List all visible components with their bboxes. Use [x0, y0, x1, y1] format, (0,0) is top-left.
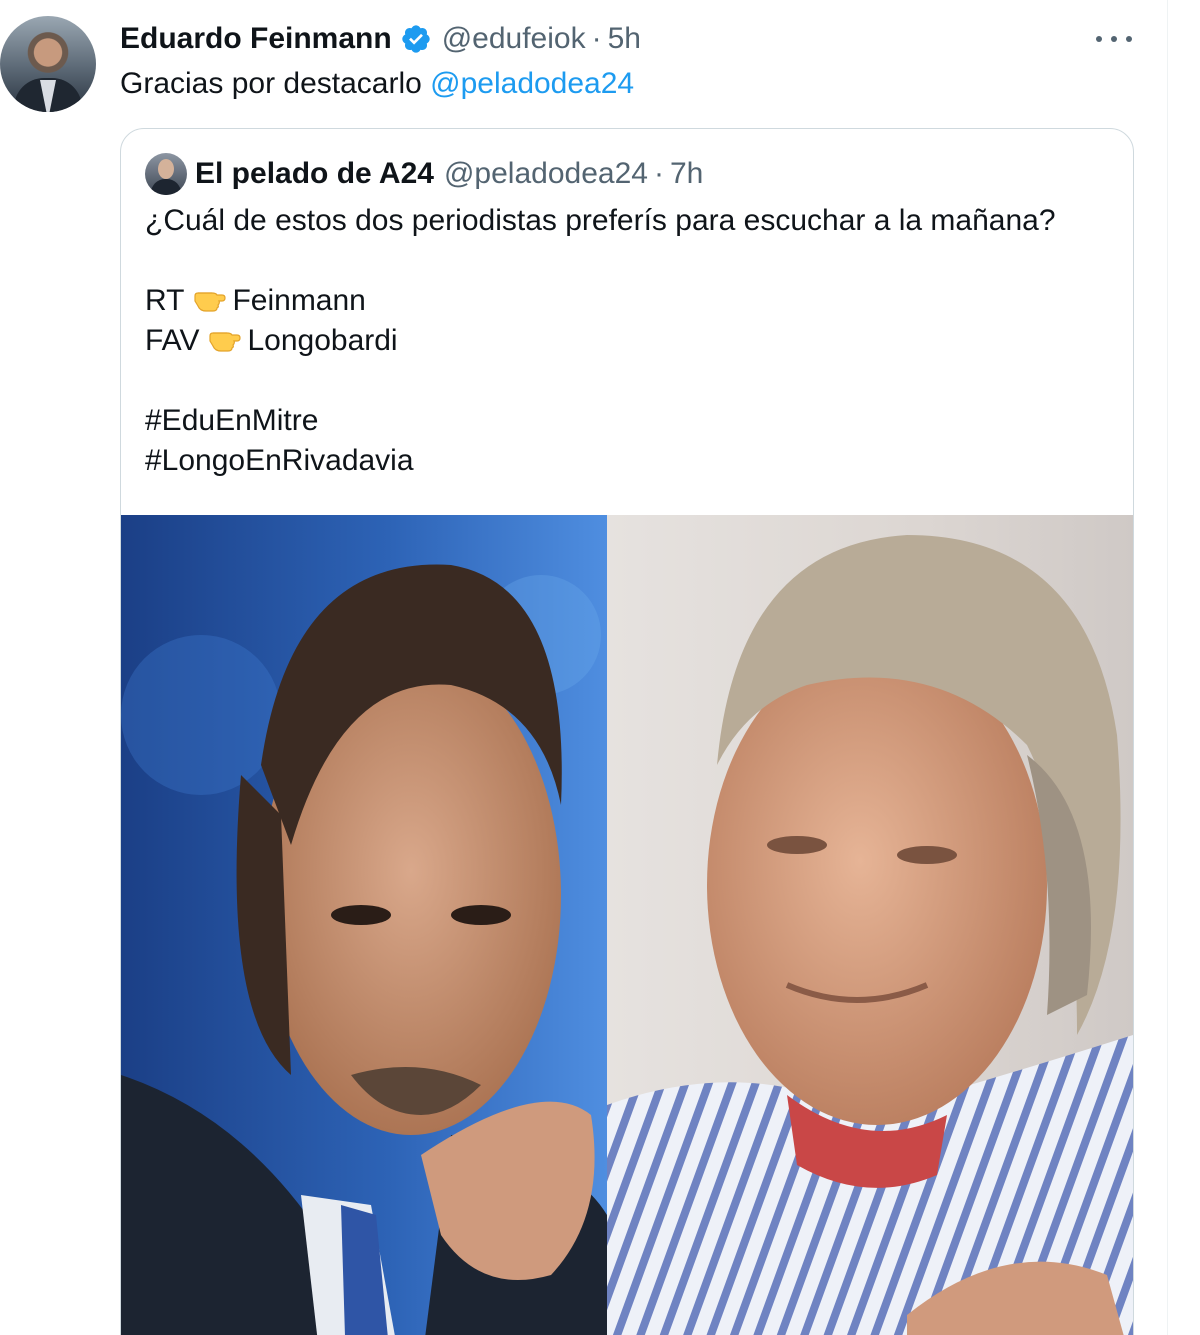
tweet-timestamp[interactable]: 5h	[608, 22, 641, 56]
quoted-tweet-timestamp: 7h	[669, 157, 704, 190]
column-divider	[1167, 0, 1168, 1335]
quoted-author-display-name: El pelado de A24	[195, 157, 434, 190]
quoted-text-line: RT Feinmann	[145, 281, 1056, 321]
rt-label: RT	[145, 284, 185, 317]
quoted-tweet-text: ¿Cuál de estos dos periodistas preferís …	[145, 201, 1056, 481]
photo-left-man-in-suit[interactable]	[121, 515, 607, 1335]
author-display-name[interactable]: Eduardo Feinmann	[120, 22, 392, 56]
fav-label: FAV	[145, 324, 200, 357]
author-handle[interactable]: @edufeiok	[442, 22, 586, 56]
tweet-header: Eduardo Feinmann @edufeiok · 5h	[120, 20, 641, 58]
quoted-text-line: ¿Cuál de estos dos periodistas preferís …	[145, 204, 1056, 237]
verified-badge-icon[interactable]	[400, 23, 432, 55]
quoted-tweet-header: El pelado de A24 @peladodea24 · 7h	[195, 153, 703, 195]
quoted-tweet-media[interactable]	[121, 515, 1133, 1335]
hashtag-line: #LongoEnRivadavia	[145, 444, 414, 477]
quoted-avatar-body	[151, 179, 181, 195]
quoted-text-line: FAV Longobardi	[145, 321, 1056, 361]
tweet-text: Gracias por destacarlo @peladodea24	[120, 64, 634, 104]
quoted-header-separator: ·	[653, 157, 664, 190]
hashtag-line: #EduEnMitre	[145, 404, 319, 437]
quoted-avatar-head	[158, 159, 174, 179]
more-options-icon[interactable]	[1096, 24, 1132, 54]
rt-target: Feinmann	[232, 284, 366, 317]
tweet-text-body: Gracias por destacarlo	[120, 67, 431, 100]
author-avatar[interactable]	[0, 16, 96, 112]
header-separator: ·	[591, 22, 602, 55]
photo-right-man-in-striped-shirt[interactable]	[607, 515, 1133, 1335]
quoted-author-avatar	[145, 153, 187, 195]
mention-link[interactable]: @peladodea24	[430, 67, 634, 100]
fav-target: Longobardi	[247, 324, 398, 357]
quoted-tweet[interactable]: El pelado de A24 @peladodea24 · 7h ¿Cuál…	[120, 128, 1134, 1335]
pointing-hand-icon	[207, 324, 242, 354]
more-dot	[1096, 36, 1102, 42]
tweet-page: Eduardo Feinmann @edufeiok · 5h Gracias …	[0, 0, 1200, 1335]
more-dot	[1111, 36, 1117, 42]
pointing-hand-icon	[192, 284, 227, 314]
more-dot	[1126, 36, 1132, 42]
quoted-author-handle: @peladodea24	[443, 157, 648, 190]
